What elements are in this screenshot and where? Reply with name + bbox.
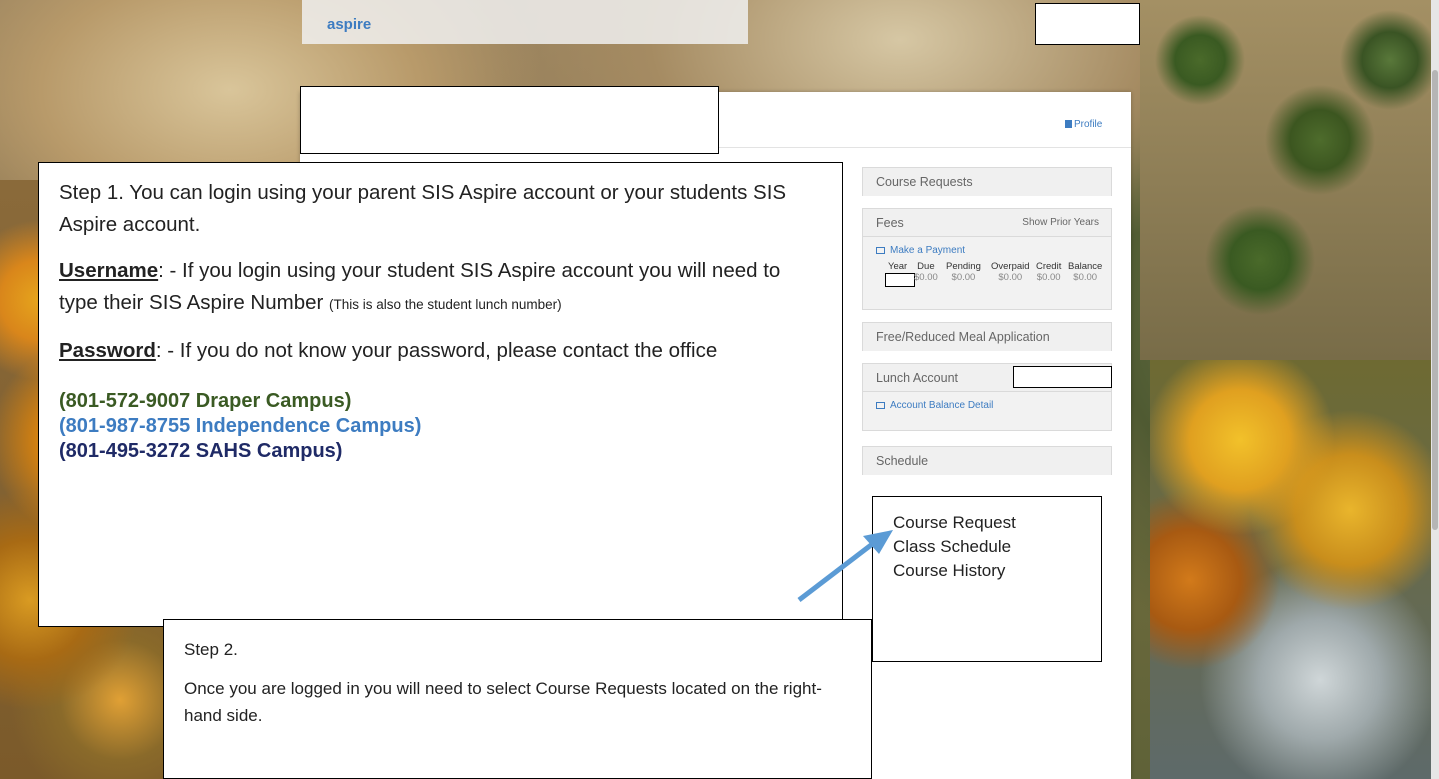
show-prior-years-link[interactable]: Show Prior Years [1022, 209, 1099, 237]
password-text: : - If you do not know your password, pl… [155, 339, 718, 362]
col-value: $0.00 [998, 272, 1023, 283]
lunch-account-body: Account Balance Detail [863, 392, 1111, 419]
col-header: Year [888, 261, 908, 272]
fees-col-credit: Credit $0.00 [1036, 261, 1061, 283]
redacted-lunch-box [1013, 366, 1112, 388]
fees-title: Fees [876, 216, 904, 230]
meal-application-widget[interactable]: Free/Reduced Meal Application [862, 322, 1112, 351]
fees-col-year: Year [888, 261, 907, 272]
step1-password: Password: - If you do not know your pass… [59, 335, 822, 367]
phone-sahs: (801-495-3272 SAHS Campus) [59, 440, 343, 462]
step1-username: Username: - If you login using your stud… [59, 255, 822, 321]
col-value: $0.00 [951, 272, 976, 283]
phone-draper: (801-572-9007 Draper Campus) [59, 390, 352, 412]
step2-title: Step 2. [184, 640, 238, 659]
col-value: $0.00 [1073, 272, 1098, 283]
menu-item-class-schedule: Class Schedule [893, 537, 1012, 556]
redacted-box-top-right [1035, 3, 1140, 45]
fees-col-pending: Pending $0.00 [946, 261, 981, 283]
col-header: Due [917, 261, 935, 272]
redacted-year-box [885, 273, 915, 287]
pointer-arrow-icon [797, 530, 893, 602]
step1-note: Step 1. You can login using your parent … [38, 162, 843, 627]
fees-widget: Fees Show Prior Years Make a Payment Yea… [862, 208, 1112, 310]
col-value: $0.00 [1036, 272, 1061, 283]
scrollbar-thumb[interactable] [1432, 70, 1438, 530]
brand-logo-text[interactable]: aspire [327, 16, 371, 33]
course-requests-widget[interactable]: Course Requests [862, 167, 1112, 196]
make-payment-link[interactable]: Make a Payment [876, 245, 1098, 256]
menu-item-course-history: Course History [893, 561, 1006, 580]
window-scrollbar[interactable] [1431, 0, 1439, 779]
right-trees [1140, 0, 1439, 360]
col-header: Credit [1036, 261, 1062, 272]
col-header: Overpaid [991, 261, 1030, 272]
make-payment-label: Make a Payment [890, 245, 966, 256]
right-foliage [1150, 360, 1439, 779]
meal-application-header[interactable]: Free/Reduced Meal Application [863, 323, 1111, 351]
print-icon [876, 402, 885, 409]
col-value: $0.00 [914, 272, 938, 283]
col-header: Balance [1068, 261, 1103, 272]
fees-header[interactable]: Fees Show Prior Years [863, 209, 1111, 237]
fees-col-overpaid: Overpaid $0.00 [991, 261, 1030, 283]
password-label: Password [59, 339, 156, 362]
brand-bar: aspire [302, 0, 748, 44]
fees-col-due: Due $0.00 [914, 261, 938, 283]
fees-body: Make a Payment Year Due $0.00 Pending $0.0… [863, 237, 1111, 297]
account-balance-detail-label: Account Balance Detail [890, 400, 994, 411]
course-menu-note: Course Request Class Schedule Course His… [872, 496, 1102, 662]
fees-col-balance: Balance $0.00 [1068, 261, 1102, 283]
step2-text: Once you are logged in you will need to … [184, 679, 822, 725]
profile-icon [1065, 120, 1072, 128]
schedule-header[interactable]: Schedule [863, 447, 1111, 475]
step1-intro: Step 1. You can login using your parent … [59, 181, 787, 236]
redacted-box-title [300, 86, 719, 154]
profile-label: Profile [1074, 119, 1103, 130]
course-requests-header[interactable]: Course Requests [863, 168, 1111, 196]
username-label: Username [59, 259, 159, 282]
username-note: (This is also the student lunch number) [329, 297, 562, 312]
schedule-widget[interactable]: Schedule [862, 446, 1112, 475]
step2-note: Step 2. Once you are logged in you will … [163, 619, 872, 779]
profile-link[interactable]: Profile [1065, 119, 1102, 130]
card-icon [876, 247, 885, 254]
menu-item-course-request: Course Request [893, 513, 1016, 532]
col-header: Pending [946, 261, 981, 272]
account-balance-detail-link[interactable]: Account Balance Detail [876, 400, 1098, 411]
fees-table: Year Due $0.00 Pending $0.00 Overpaid $0.00… [876, 261, 1102, 289]
phone-independence: (801-987-8755 Independence Campus) [59, 415, 422, 437]
